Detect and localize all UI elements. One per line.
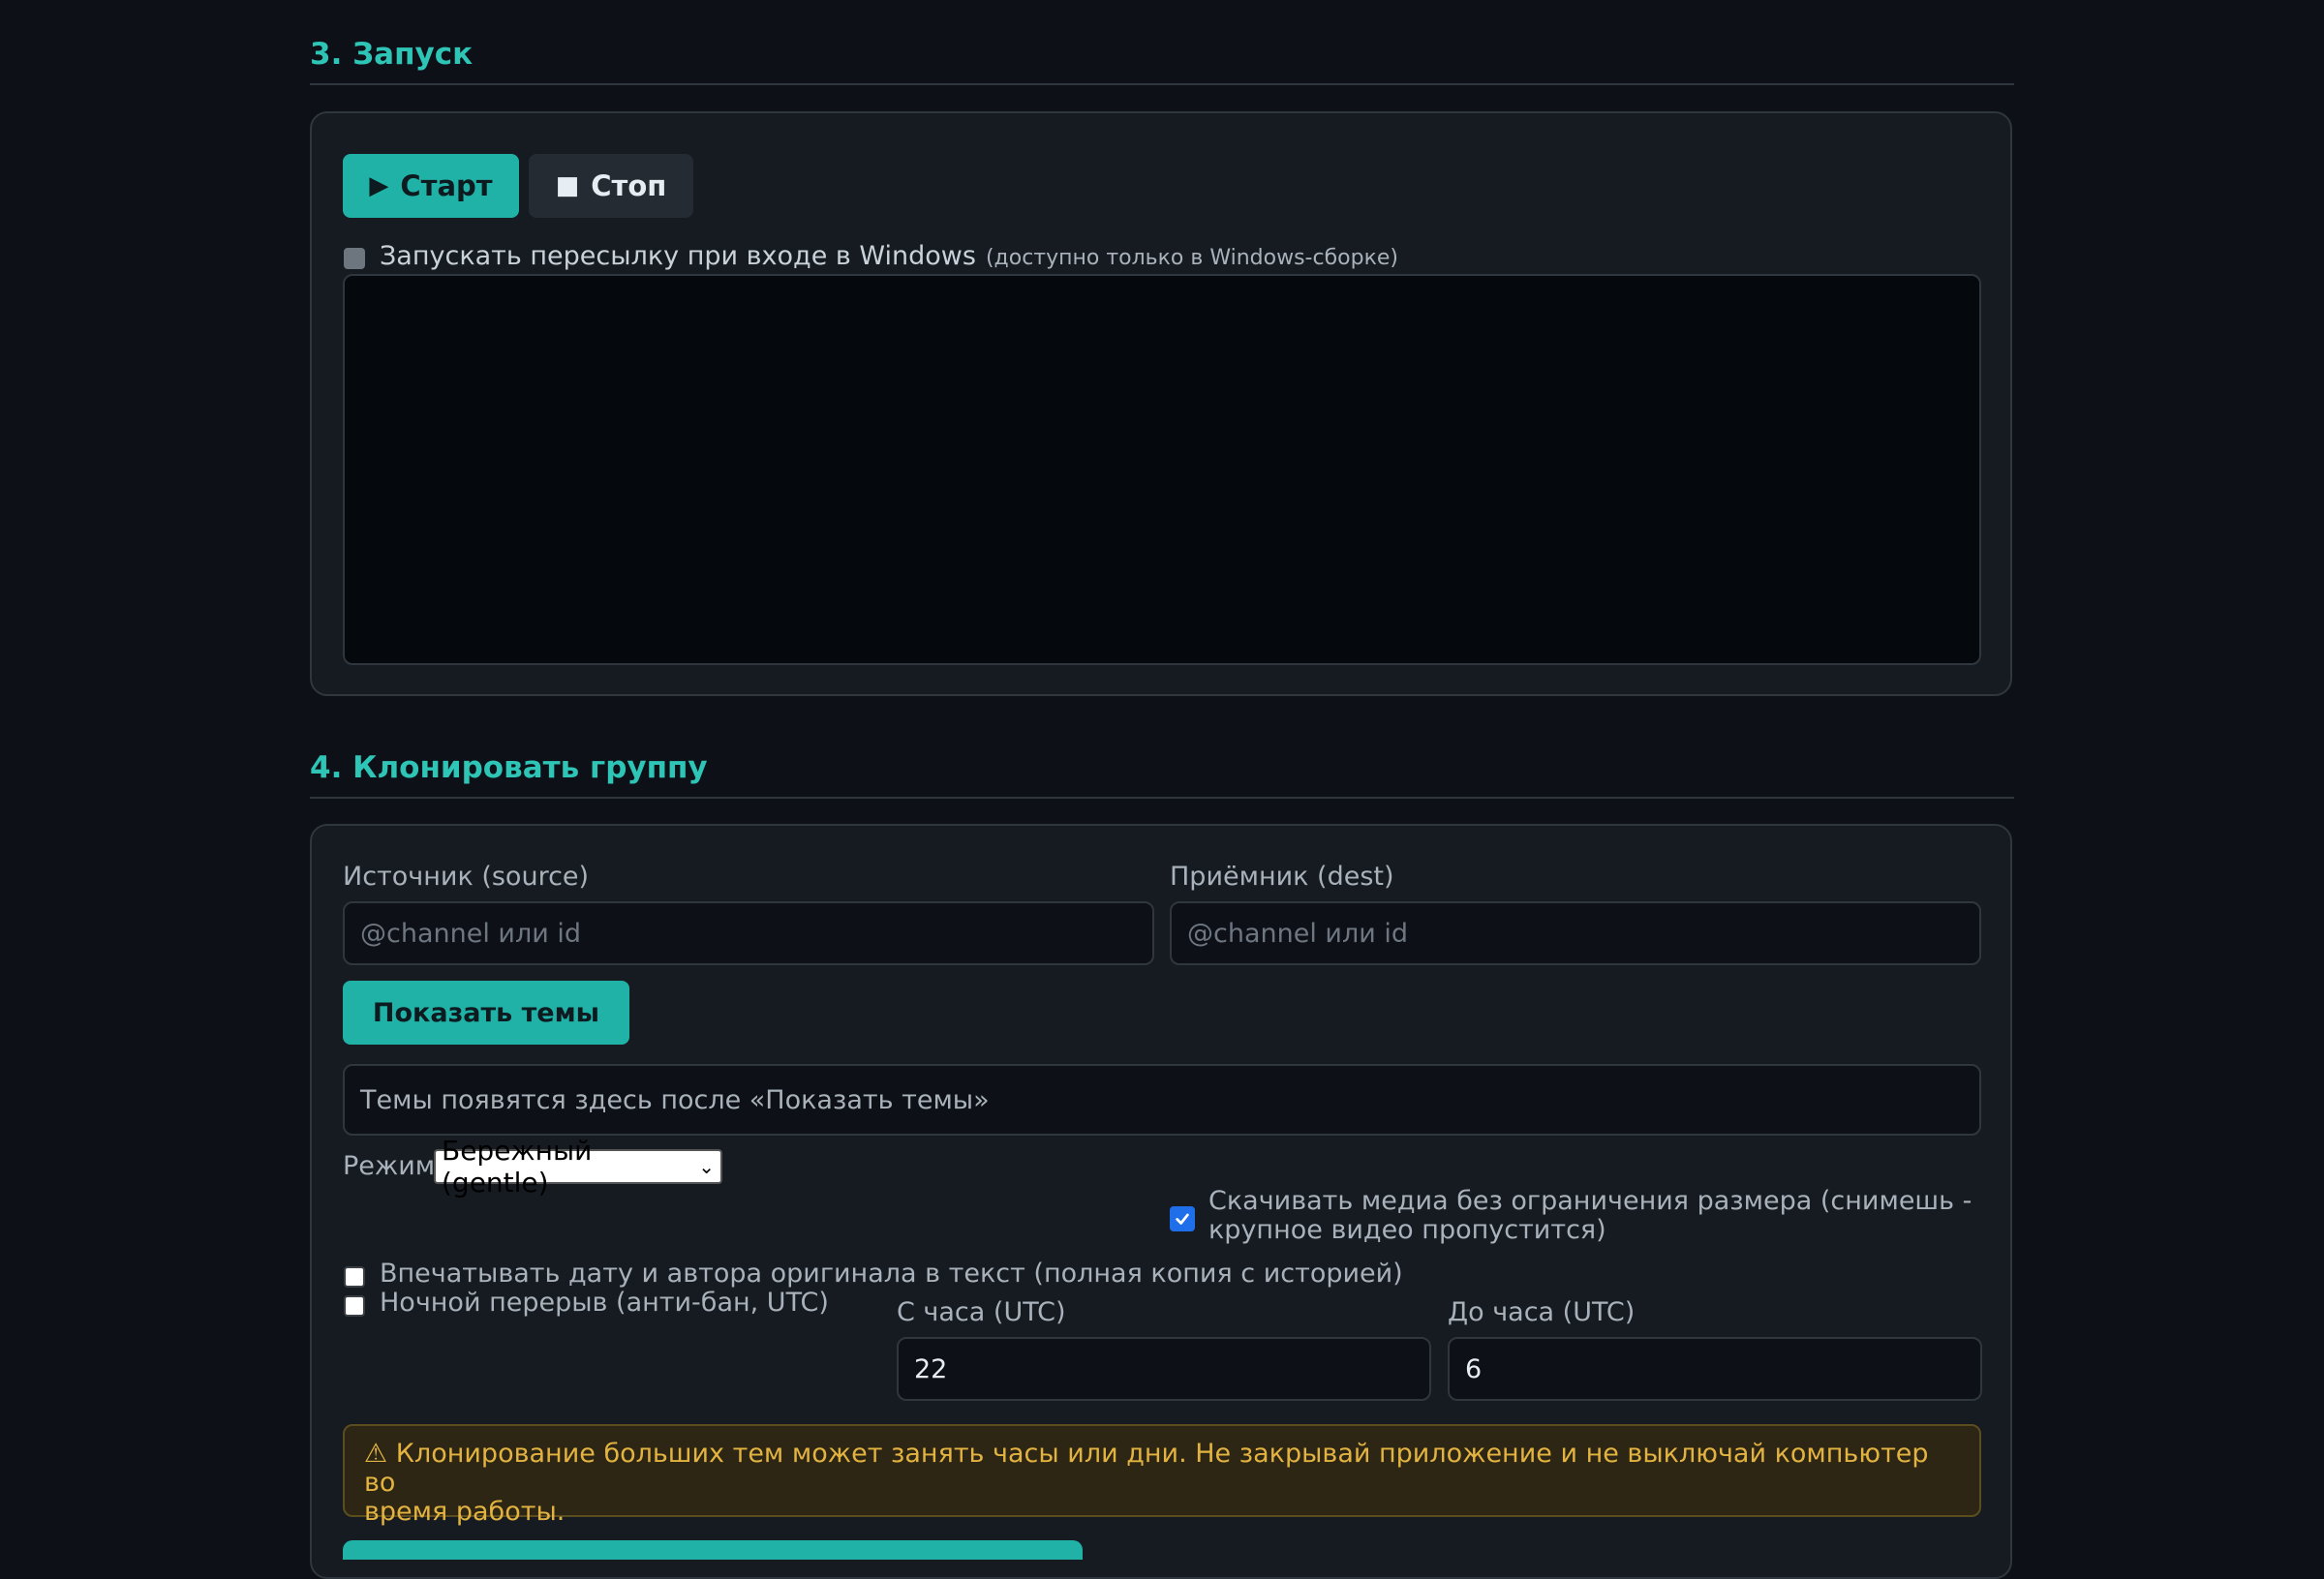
start-button-label: Старт [400,169,493,202]
launch-divider [310,83,2014,85]
clone-section-title: 4. Клонировать группу [310,750,708,785]
stamp-label: Впечатывать дату и автора оригинала в те… [380,1259,1403,1289]
mode-select[interactable]: Бережный (gentle) ⌄ [434,1135,722,1199]
to-hour-input[interactable] [1448,1337,1982,1401]
show-topics-button[interactable]: Показать темы [343,981,629,1045]
launch-section-title: 3. Запуск [310,37,474,72]
autostart-label: Запускать пересылку при входе в Windows [380,241,976,271]
to-hour-label: До часа (UTC) [1448,1297,1636,1327]
start-button[interactable]: ▶ Старт [343,154,519,218]
source-input[interactable] [343,901,1154,965]
media-unlimited-label-line2: крупное видео пропустится) [1208,1215,1606,1245]
warning-text-line1: ⚠ Клонирование больших тем может занять … [364,1439,1929,1498]
autostart-label-row: Запускать пересылку при входе в Windows (… [380,242,1398,273]
clone-card: Источник (source) Приёмник (dest) Показа… [310,824,2012,1579]
mode-select-value: Бережный (gentle) [442,1135,593,1199]
media-unlimited-checkbox[interactable] [1170,1206,1195,1231]
stop-button[interactable]: ■ Стоп [529,154,693,218]
check-icon [1176,1213,1189,1225]
autostart-note: (доступно только в Windows-сборке) [985,246,1398,270]
from-hour-input[interactable] [897,1337,1431,1401]
log-console[interactable] [343,274,1981,665]
source-label: Источник (source) [343,862,590,892]
topics-list[interactable]: Темы появятся здесь после «Показать темы… [343,1064,1981,1136]
stamp-checkbox[interactable] [344,1266,365,1288]
warning-text-line2: время работы. [364,1497,566,1527]
from-hour-label: С часа (UTC) [897,1297,1066,1327]
play-icon: ▶ [369,171,389,200]
launch-card: ▶ Старт ■ Стоп Запускать пересылку при в… [310,111,2012,696]
autostart-checkbox[interactable] [344,248,365,269]
dest-input[interactable] [1170,901,1981,965]
chevron-down-icon: ⌄ [698,1155,715,1178]
mode-label: Режим [343,1151,436,1181]
warning-banner: ⚠ Клонирование больших тем может занять … [343,1424,1981,1527]
clone-divider [310,797,2014,799]
clone-start-button[interactable] [343,1540,1083,1560]
media-unlimited-label-line1: Скачивать медиа без ограничения размера … [1208,1186,1972,1216]
stop-icon: ■ [555,171,580,200]
night-break-label: Ночной перерыв (анти-бан, UTC) [380,1288,829,1318]
stop-button-label: Стоп [591,169,667,202]
night-break-checkbox[interactable] [344,1295,365,1317]
dest-label: Приёмник (dest) [1170,862,1394,892]
